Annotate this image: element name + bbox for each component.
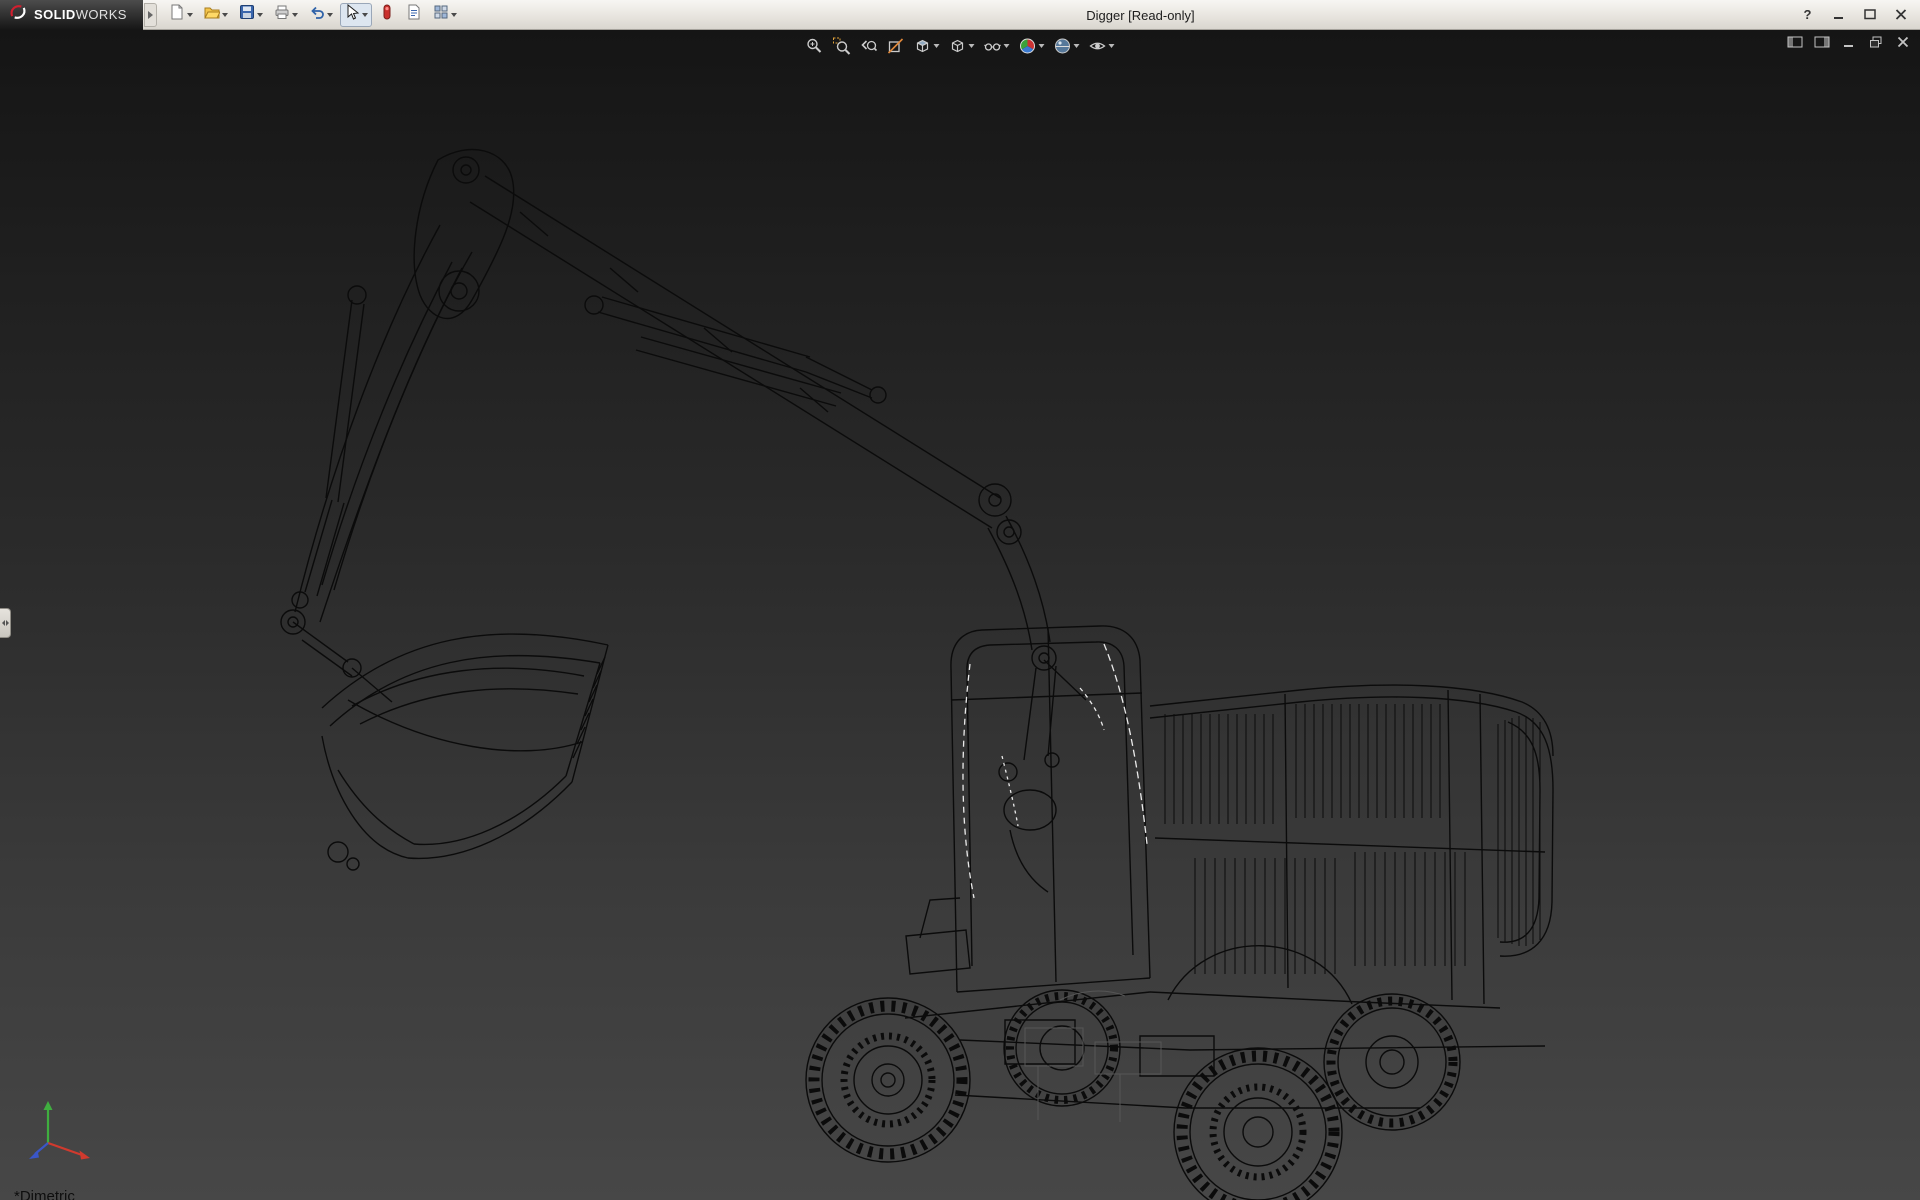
viewport-canvas[interactable]: *Dimetric [0, 30, 1920, 1200]
view-orientation-label: *Dimetric [14, 1188, 75, 1200]
app-window-controls: ? [1794, 4, 1920, 25]
triad-z-axis [29, 1143, 48, 1159]
dropdown-arrow-icon [969, 44, 975, 48]
document-minimize-button[interactable] [1840, 34, 1858, 50]
zoom-to-fit-button[interactable] [804, 34, 826, 58]
print-button[interactable] [270, 3, 302, 27]
dropdown-arrow-icon [934, 44, 940, 48]
new-document-button[interactable] [165, 3, 197, 27]
file-properties-icon [406, 4, 422, 25]
hide-show-items-icon [984, 37, 1002, 55]
wheel-far-rear [1324, 994, 1460, 1130]
tile-left-icon [1787, 35, 1803, 49]
triad-x-axis [48, 1143, 90, 1160]
file-properties-button[interactable] [402, 3, 426, 27]
solidworks-logo: SOLIDWORKS [0, 0, 143, 30]
open-button[interactable] [200, 3, 232, 27]
title-bar: SOLIDWORKS [0, 0, 1920, 30]
view-orientation-icon [914, 37, 932, 55]
save-button[interactable] [235, 3, 267, 27]
dropdown-arrow-icon [1039, 44, 1045, 48]
chevron-left-icon [2, 620, 5, 626]
dropdown-arrow-icon [222, 13, 228, 17]
view-settings-icon [1089, 37, 1107, 55]
section-view-button[interactable] [885, 34, 907, 58]
section-view-icon [887, 37, 905, 55]
triad-y-axis [44, 1101, 53, 1143]
select-button[interactable] [340, 3, 372, 27]
undo-button[interactable] [305, 3, 337, 27]
heads-up-view-toolbar [804, 34, 1117, 58]
minimize-button[interactable] [1825, 4, 1852, 25]
solidworks-window: SOLIDWORKS [0, 0, 1920, 1200]
wheel-near-rear [1174, 1048, 1342, 1200]
previous-view-icon [860, 37, 878, 55]
help-icon: ? [1804, 7, 1812, 22]
main-toolbar [157, 3, 461, 27]
toolbar-overflow-chevron[interactable] [144, 3, 157, 27]
minimize-icon [1842, 35, 1856, 49]
close-icon [1896, 35, 1910, 49]
zoom-to-area-icon [833, 37, 851, 55]
solidworks-logo-mark-icon [8, 2, 28, 27]
zoom-to-fit-icon [806, 37, 824, 55]
display-style-icon [949, 37, 967, 55]
rebuild-icon [379, 4, 395, 25]
wheel-far-front [1004, 990, 1120, 1106]
select-icon [344, 4, 360, 25]
dropdown-arrow-icon [187, 13, 193, 17]
rebuild-button[interactable] [375, 3, 399, 27]
help-button[interactable]: ? [1794, 4, 1821, 25]
orientation-triad[interactable] [20, 1097, 100, 1174]
zoom-to-area-button[interactable] [831, 34, 853, 58]
minimize-icon [1833, 9, 1845, 20]
chevron-right-icon [148, 11, 153, 19]
dropdown-arrow-icon [257, 13, 263, 17]
options-icon [433, 4, 449, 25]
wheel-near-front [806, 998, 970, 1162]
open-icon [204, 4, 220, 25]
new-document-icon [169, 4, 185, 25]
undo-icon [309, 4, 325, 25]
dropdown-arrow-icon [1004, 44, 1010, 48]
brand-solid: SOLID [34, 7, 76, 22]
close-button[interactable] [1887, 4, 1914, 25]
dropdown-arrow-icon [1074, 44, 1080, 48]
save-icon [239, 4, 255, 25]
options-button[interactable] [429, 3, 461, 27]
view-orientation-button[interactable] [912, 34, 942, 58]
chevron-right-icon [6, 620, 9, 626]
close-icon [1895, 9, 1907, 20]
feature-panel-splitter[interactable] [0, 608, 11, 638]
brand-text: SOLIDWORKS [34, 7, 127, 22]
document-restore-button[interactable] [1867, 34, 1885, 50]
view-settings-button[interactable] [1087, 34, 1117, 58]
document-window-controls [1786, 34, 1912, 50]
previous-view-button[interactable] [858, 34, 880, 58]
edit-appearance-icon [1019, 37, 1037, 55]
display-style-button[interactable] [947, 34, 977, 58]
tile-left-button[interactable] [1786, 34, 1804, 50]
brand-works: WORKS [76, 7, 127, 22]
dropdown-arrow-icon [362, 13, 368, 17]
maximize-button[interactable] [1856, 4, 1883, 25]
apply-scene-button[interactable] [1052, 34, 1082, 58]
dropdown-arrow-icon [327, 13, 333, 17]
apply-scene-icon [1054, 37, 1072, 55]
tile-right-button[interactable] [1813, 34, 1831, 50]
edit-appearance-button[interactable] [1017, 34, 1047, 58]
document-title: Digger [Read-only] [1086, 0, 1194, 30]
dropdown-arrow-icon [292, 13, 298, 17]
print-icon [274, 4, 290, 25]
dropdown-arrow-icon [451, 13, 457, 17]
tile-right-icon [1814, 35, 1830, 49]
hide-show-items-button[interactable] [982, 34, 1012, 58]
maximize-icon [1864, 9, 1876, 20]
restore-icon [1869, 35, 1883, 49]
document-close-button[interactable] [1894, 34, 1912, 50]
dropdown-arrow-icon [1109, 44, 1115, 48]
wireframe-model [0, 30, 1920, 1200]
